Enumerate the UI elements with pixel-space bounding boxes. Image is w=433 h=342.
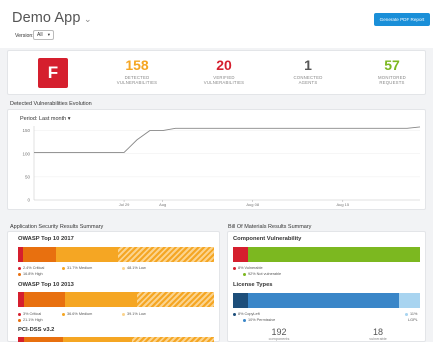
legend-vulnerable: 8% Vulnerable (233, 266, 263, 270)
evolution-title: Detected Vulnerabilities Evolution (10, 101, 92, 107)
legend-permissive: 10% Permissive (243, 318, 275, 322)
security-grade-badge: F (38, 58, 68, 88)
legend-critical: 3% Critical (18, 312, 41, 316)
legend-copyleft: 8% CopyLeft (233, 312, 260, 316)
kpi-agents-label: CONNECTED AGENTS (268, 75, 348, 85)
legend-high: 21.1% High (18, 318, 43, 322)
app-security-title: Application Security Results Summary (10, 224, 104, 230)
kpi-verified[interactable]: 20 VERIFIED VULNERABILITIES (184, 57, 264, 86)
caret-down-icon: ▾ (47, 32, 50, 37)
version-value: All (37, 32, 43, 38)
segment-permissive (247, 293, 400, 308)
legend-high: 16.8% High (18, 272, 43, 276)
kpi-agents[interactable]: 1 CONNECTED AGENTS (268, 57, 348, 86)
kpi-detected-label: DETECTED VULNERABILITIES (97, 75, 177, 85)
evolution-card (7, 109, 426, 210)
version-label: Version: (15, 33, 34, 39)
kpi-verified-label: VERIFIED VULNERABILITIES (184, 75, 264, 85)
kpi-requests-label-line2: REQUESTS (379, 80, 405, 85)
kpi-requests-value: 57 (384, 57, 400, 73)
segment-low (117, 247, 214, 262)
segment-high (23, 292, 66, 307)
segment-medium (55, 247, 118, 262)
kpi-agents-label-line2: AGENTS (298, 80, 318, 85)
legend-low: 48.1% Low (122, 266, 146, 270)
legend-not-vulnerable: 92% Not vulnerable (243, 272, 281, 276)
caret-down-icon: ▾ (67, 116, 71, 122)
segment-medium (65, 292, 137, 307)
owasp-2017-title: OWASP Top 10 2017 (18, 236, 74, 242)
legend-medium: 36.6% Medium (62, 312, 92, 316)
segment-low (136, 292, 214, 307)
segment-vulnerable (233, 247, 248, 262)
license-types-bar[interactable] (233, 293, 420, 308)
kpi-agents-value: 1 (304, 57, 312, 73)
legend-critical: 2.4% Critical (18, 266, 44, 270)
vulnerable-count: 18 vulnerable (348, 327, 408, 341)
period-selector[interactable]: Period: Last month ▾ (20, 116, 70, 122)
bom-title: Bill Of Materials Results Summary (228, 224, 312, 230)
kpi-detected[interactable]: 158 DETECTED VULNERABILITIES (97, 57, 177, 86)
kpi-detected-label-line2: VULNERABILITIES (116, 80, 158, 85)
segment-copyleft (233, 293, 248, 308)
segment-low (131, 337, 214, 342)
component-vulnerability-bar[interactable] (233, 247, 420, 262)
kpi-requests[interactable]: 57 MONITORED REQUESTS (352, 57, 432, 86)
components-count-value: 192 (271, 327, 287, 337)
period-label: Period: Last month (20, 116, 67, 122)
vulnerable-count-label: vulnerable (369, 337, 387, 341)
app-title[interactable]: Demo App (12, 10, 81, 26)
kpi-requests-label: MONITORED REQUESTS (352, 75, 432, 85)
component-vulnerability-title: Component Vulnerability (233, 236, 302, 242)
generate-pdf-button[interactable]: Generate PDF Report (374, 13, 430, 26)
owasp-2017-bar[interactable] (18, 247, 214, 262)
segment-not-vulnerable (247, 247, 420, 262)
pci-dss-bar[interactable] (18, 337, 214, 342)
segment-high (23, 337, 64, 342)
components-count: 192 components (249, 327, 309, 341)
dashboard: Demo App ⌄ Generate PDF Report Version: … (0, 0, 433, 342)
kpi-detected-value: 158 (125, 57, 149, 73)
legend-medium: 31.7% Medium (62, 266, 92, 270)
owasp-2013-bar[interactable] (18, 292, 214, 307)
segment-lgpl (399, 293, 420, 308)
chevron-down-icon[interactable]: ⌄ (84, 14, 92, 25)
segment-high (22, 247, 56, 262)
vulnerable-count-value: 18 (372, 327, 383, 337)
kpi-verified-value: 20 (216, 57, 232, 73)
legend-lgpl-label: LGPL (408, 318, 418, 322)
kpi-verified-label-line2: VULNERABILITIES (203, 80, 245, 85)
segment-medium (63, 337, 132, 342)
owasp-2013-title: OWASP Top 10 2013 (18, 282, 74, 288)
legend-low: 39.1% Low (122, 312, 146, 316)
pci-dss-title: PCI-DSS v3.2 (18, 327, 55, 333)
version-select[interactable]: All ▾ (33, 30, 54, 40)
components-count-label: components (268, 337, 290, 341)
header: Demo App ⌄ Generate PDF Report Version: … (0, 0, 433, 48)
license-types-title: License Types (233, 282, 273, 288)
legend-lgpl-percent: 11% (405, 312, 417, 316)
